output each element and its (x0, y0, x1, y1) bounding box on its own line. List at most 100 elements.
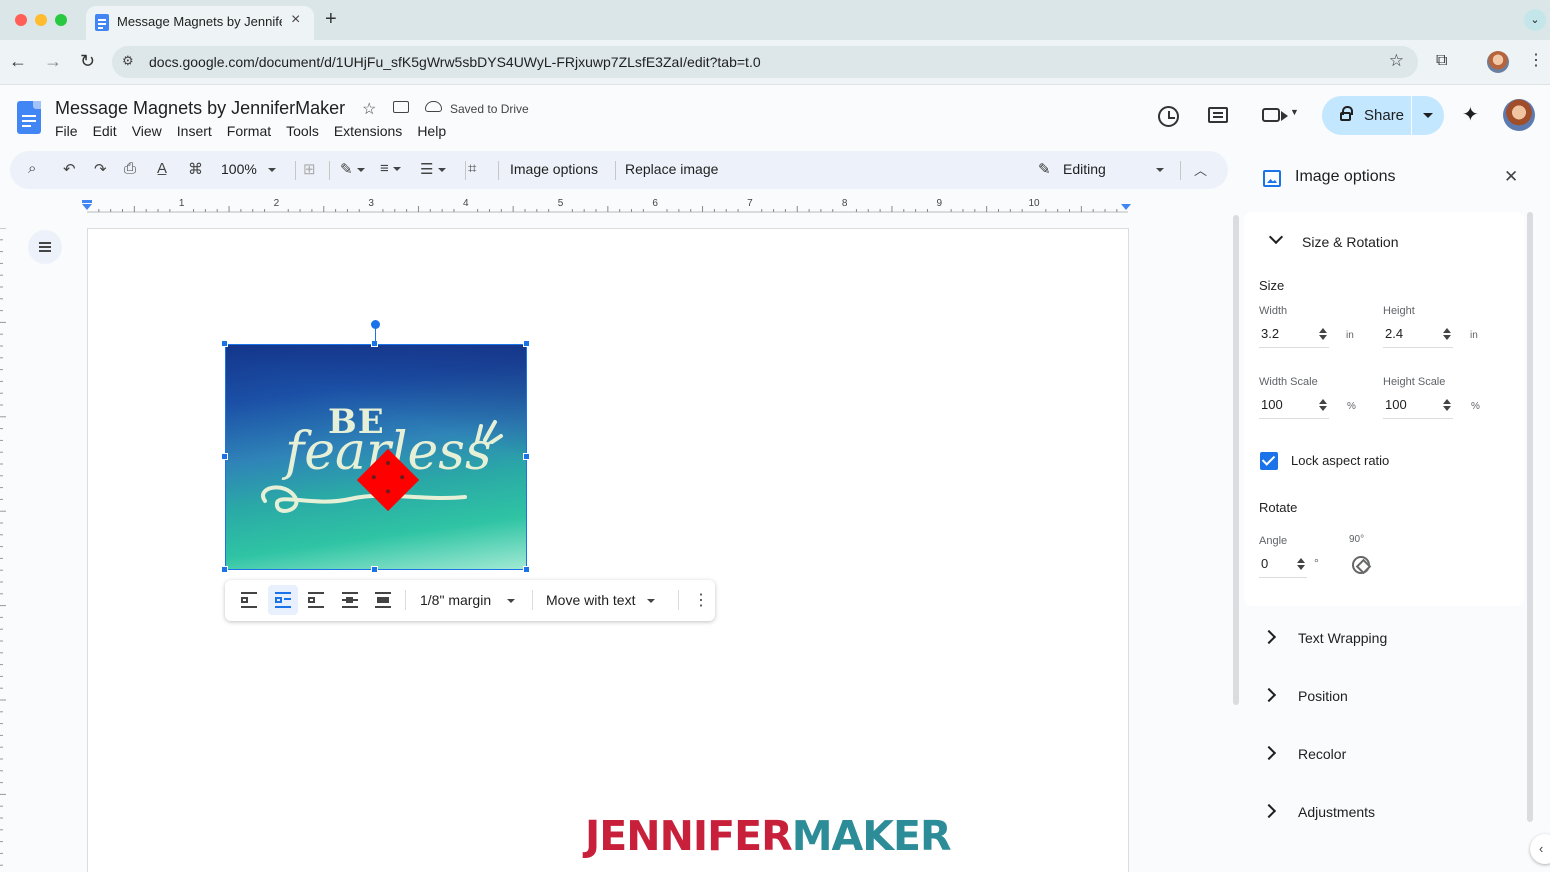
menu-format[interactable]: Format (227, 123, 271, 139)
ruler-label: 1 (179, 198, 185, 209)
reload-icon[interactable]: ↻ (80, 51, 95, 72)
docs-logo-icon[interactable] (17, 101, 41, 134)
extensions-icon[interactable]: ⧉ (1436, 52, 1447, 70)
inline-wrap-icon[interactable] (241, 592, 257, 608)
meet-dropdown-icon[interactable]: ▼ (1290, 107, 1299, 117)
menu-insert[interactable]: Insert (177, 123, 212, 139)
gemini-sparkle-icon[interactable]: ✦ (1462, 102, 1479, 127)
document-outline-icon[interactable] (28, 230, 62, 264)
undo-icon[interactable]: ↶ (63, 160, 76, 178)
adjustments-header[interactable]: Adjustments (1240, 796, 1530, 836)
stepper-icon[interactable] (1443, 399, 1451, 411)
toolbar-divider (405, 590, 406, 610)
first-line-indent-marker[interactable] (82, 200, 92, 203)
more-options-icon[interactable]: ⋮ (693, 590, 709, 610)
height-scale-input[interactable]: 100 (1383, 393, 1453, 419)
left-indent-marker[interactable] (82, 204, 92, 210)
tab-search-chevron-icon[interactable]: ⌄ (1524, 9, 1546, 31)
resize-handle[interactable] (523, 566, 530, 573)
in-front-of-text-icon[interactable] (375, 592, 391, 608)
margin-dropdown[interactable]: 1/8" margin (420, 592, 515, 608)
share-dropdown-button[interactable] (1412, 96, 1444, 135)
forward-arrow-icon[interactable]: → (44, 51, 62, 72)
resize-handle[interactable] (523, 340, 530, 347)
height-input[interactable]: 2.4 (1383, 322, 1453, 348)
minimize-window-button[interactable] (35, 14, 47, 26)
url-text: docs.google.com/document/d/1UHjFu_sfK5gW… (149, 54, 761, 70)
account-avatar[interactable] (1503, 99, 1535, 131)
document-title[interactable]: Message Magnets by JenniferMaker (55, 98, 345, 119)
border-weight-icon[interactable]: ≡ (380, 160, 401, 177)
menu-edit[interactable]: Edit (93, 123, 117, 139)
border-dash-icon[interactable]: ☰ (420, 160, 446, 178)
bookmark-star-icon[interactable]: ☆ (1389, 51, 1404, 71)
tab-close-icon[interactable]: × (291, 11, 300, 29)
url-omnibox[interactable]: ⚙ docs.google.com/document/d/1UHjFu_sfK5… (112, 46, 1418, 78)
zoom-select[interactable]: 100% (221, 161, 277, 177)
paint-format-icon[interactable]: ⌘ (188, 160, 203, 178)
resize-handle[interactable] (221, 566, 228, 573)
menu-tools[interactable]: Tools (286, 123, 319, 139)
editing-mode-select[interactable]: Editing (1063, 161, 1164, 177)
site-info-icon[interactable]: ⚙ (122, 53, 134, 69)
insert-comment-icon[interactable]: ⊞ (303, 160, 316, 178)
chevron-down-icon (1155, 168, 1164, 173)
redo-icon[interactable]: ↷ (94, 160, 107, 178)
horizontal-ruler[interactable]: 1 2 3 4 5 6 7 8 9 10 (0, 196, 1232, 214)
rotate-90-icon[interactable] (1352, 556, 1370, 574)
back-arrow-icon[interactable]: ← (9, 51, 27, 72)
stepper-icon[interactable] (1319, 399, 1327, 411)
recolor-header[interactable]: Recolor (1240, 738, 1530, 778)
stepper-icon[interactable] (1319, 328, 1327, 340)
close-window-button[interactable] (15, 14, 27, 26)
wrap-text-icon[interactable] (275, 592, 291, 608)
maximize-window-button[interactable] (55, 14, 67, 26)
menu-view[interactable]: View (132, 123, 162, 139)
resize-handle[interactable] (221, 453, 228, 460)
position-mode-dropdown[interactable]: Move with text (546, 592, 656, 608)
comments-icon[interactable] (1208, 107, 1228, 123)
menu-file[interactable]: File (55, 123, 78, 139)
behind-text-icon[interactable] (342, 592, 358, 608)
new-tab-button[interactable]: + (325, 8, 337, 31)
meet-video-icon[interactable] (1262, 108, 1280, 122)
panel-scrollbar[interactable] (1527, 212, 1533, 822)
angle-input[interactable]: 0 (1259, 552, 1307, 578)
menu-extensions[interactable]: Extensions (334, 123, 402, 139)
image-options-button[interactable]: Image options (510, 161, 598, 177)
break-text-icon[interactable] (308, 592, 324, 608)
lock-aspect-checkbox[interactable] (1260, 452, 1278, 470)
resize-handle[interactable] (221, 340, 228, 347)
browser-menu-icon[interactable]: ⋮ (1528, 50, 1544, 70)
right-indent-marker[interactable] (1121, 204, 1131, 210)
document-scrollbar[interactable] (1233, 215, 1239, 705)
width-input[interactable]: 3.2 (1259, 322, 1329, 348)
move-folder-icon[interactable] (393, 101, 409, 113)
stepper-icon[interactable] (1297, 558, 1305, 570)
spellcheck-icon[interactable]: A̲ (157, 160, 167, 177)
border-color-icon[interactable]: ✎ (340, 160, 365, 178)
position-header[interactable]: Position (1240, 680, 1530, 720)
cloud-saved-icon[interactable] (425, 101, 442, 112)
version-history-icon[interactable] (1158, 106, 1179, 127)
menu-help[interactable]: Help (417, 123, 446, 139)
width-scale-input[interactable]: 100 (1259, 393, 1329, 419)
stepper-icon[interactable] (1443, 328, 1451, 340)
close-icon[interactable]: ✕ (1504, 167, 1518, 187)
crop-icon[interactable]: ⌗ (468, 160, 476, 177)
share-label: Share (1364, 107, 1405, 124)
share-button[interactable]: Share (1322, 96, 1411, 135)
resize-handle[interactable] (371, 566, 378, 573)
browser-profile-avatar[interactable] (1487, 51, 1509, 73)
size-rotation-header[interactable]: Size & Rotation (1244, 226, 1534, 266)
browser-tab[interactable]: Message Magnets by JenniferMaker × (86, 6, 314, 40)
resize-handle[interactable] (523, 453, 530, 460)
search-menus-icon[interactable]: ⌕ (28, 160, 36, 177)
be-fearless-image[interactable]: BE fearless (225, 344, 527, 570)
star-icon[interactable]: ☆ (362, 99, 376, 119)
text-wrapping-header[interactable]: Text Wrapping (1240, 622, 1530, 662)
print-icon[interactable]: ⎙ (124, 160, 136, 177)
rotation-handle[interactable] (371, 320, 380, 329)
hide-menus-chevron-icon[interactable]: ︿ (1194, 160, 1207, 179)
replace-image-button[interactable]: Replace image (625, 161, 718, 177)
